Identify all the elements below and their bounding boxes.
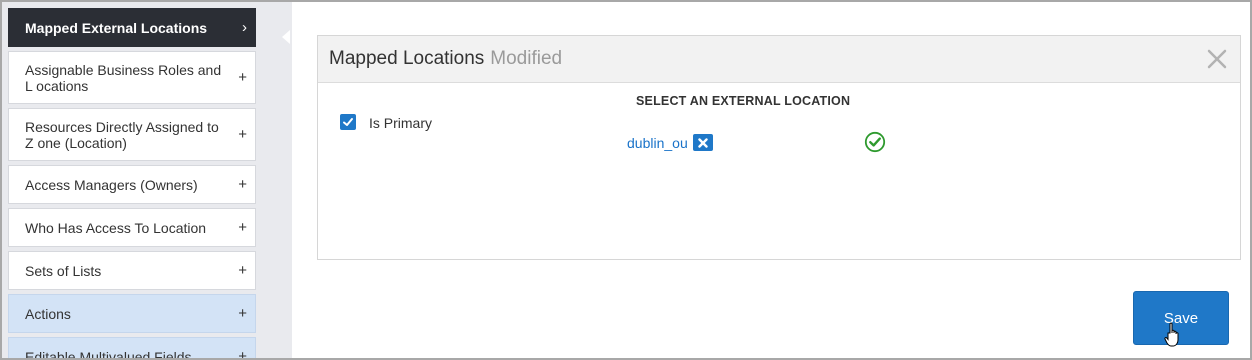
plus-icon: + (238, 68, 247, 86)
plus-icon: + (238, 304, 247, 322)
sidebar-item-actions[interactable]: Actions + (8, 294, 256, 333)
is-primary-label: Is Primary (369, 115, 432, 131)
sidebar-item-who-has-access[interactable]: Who Has Access To Location + (8, 208, 256, 247)
remove-location-button[interactable] (693, 134, 713, 151)
hand-pointer-icon (1164, 322, 1179, 347)
mapped-locations-panel: Mapped Locations Modified SELECT AN EXTE… (317, 35, 1241, 260)
plus-icon: + (238, 175, 247, 193)
modified-status: Modified (490, 48, 563, 69)
sidebar-item-access-managers[interactable]: Access Managers (Owners) + (8, 165, 256, 204)
active-item-pointer (282, 30, 290, 44)
sidebar-item-label: Actions (25, 305, 71, 322)
sidebar-item-label: Access Managers (Owners) (25, 176, 198, 193)
sidebar-item-sets-of-lists[interactable]: Sets of Lists + (8, 251, 256, 290)
plus-icon: + (238, 218, 247, 236)
plus-icon: + (238, 261, 247, 279)
plus-icon: + (238, 125, 247, 143)
sidebar-item-label: Editable Multivalued Fields (25, 348, 192, 360)
sidebar-item-label: Who Has Access To Location (25, 219, 207, 236)
sidebar-item-assignable-business-roles[interactable]: Assignable Business Roles and L ocations… (8, 51, 256, 104)
chevron-right-icon: › (242, 18, 247, 36)
is-primary-checkbox[interactable] (340, 114, 356, 130)
section-title: SELECT AN EXTERNAL LOCATION (636, 94, 851, 108)
sidebar-item-label: Assignable Business Roles and L ocations (25, 61, 222, 94)
panel-header: Mapped Locations Modified (318, 36, 1240, 83)
checkmark-icon (343, 118, 353, 126)
close-icon[interactable] (1206, 48, 1228, 70)
check-circle-icon (864, 131, 886, 153)
sidebar-item-mapped-external-locations[interactable]: Mapped External Locations › (8, 8, 256, 47)
sidebar-item-label: Mapped External Locations (25, 19, 208, 36)
sidebar: Mapped External Locations › Assignable B… (2, 2, 292, 360)
sidebar-item-resources-directly-assigned[interactable]: Resources Directly Assigned to Z one (Lo… (8, 108, 256, 161)
sidebar-item-label: Resources Directly Assigned to Z one (Lo… (25, 118, 219, 151)
plus-icon: + (238, 347, 247, 360)
external-location-link[interactable]: dublin_ou (627, 135, 688, 151)
remove-tag-icon (698, 137, 708, 148)
panel-title: Mapped Locations (329, 48, 485, 69)
app-window: Mapped External Locations › Assignable B… (0, 0, 1252, 360)
sidebar-item-label: Sets of Lists (25, 262, 102, 279)
sidebar-item-editable-multivalued-fields[interactable]: Editable Multivalued Fields + (8, 337, 256, 360)
